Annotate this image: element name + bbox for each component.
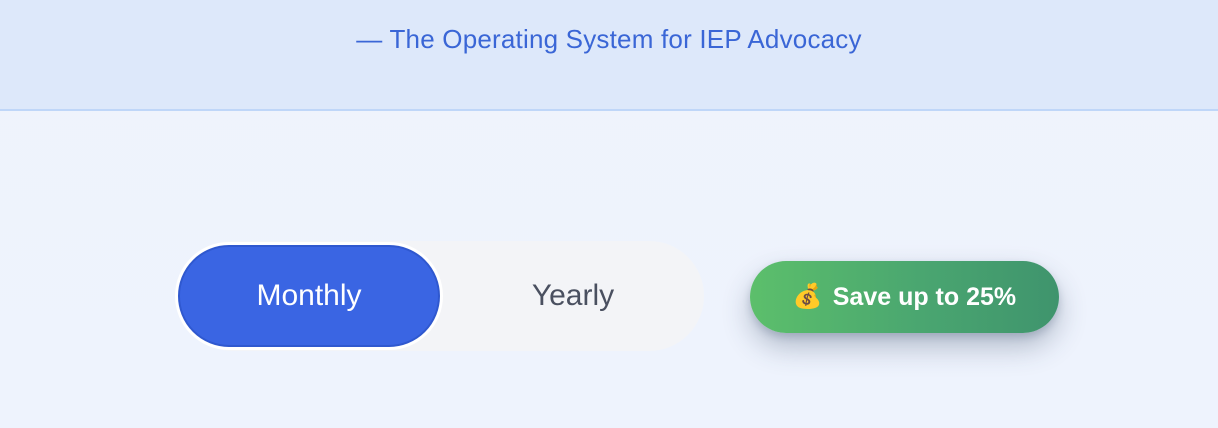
money-bag-icon: 💰	[792, 283, 823, 310]
savings-badge-label: Save up to 25%	[832, 282, 1017, 311]
savings-badge: 💰 Save up to 25%	[750, 261, 1059, 333]
monthly-toggle-button[interactable]: Monthly	[178, 245, 440, 347]
tagline: — The Operating System for IEP Advocacy	[356, 24, 862, 54]
yearly-toggle-button[interactable]: Yearly	[442, 245, 704, 347]
top-banner: — The Operating System for IEP Advocacy	[0, 0, 1218, 111]
billing-period-toggle[interactable]: Monthly Yearly	[178, 241, 704, 351]
